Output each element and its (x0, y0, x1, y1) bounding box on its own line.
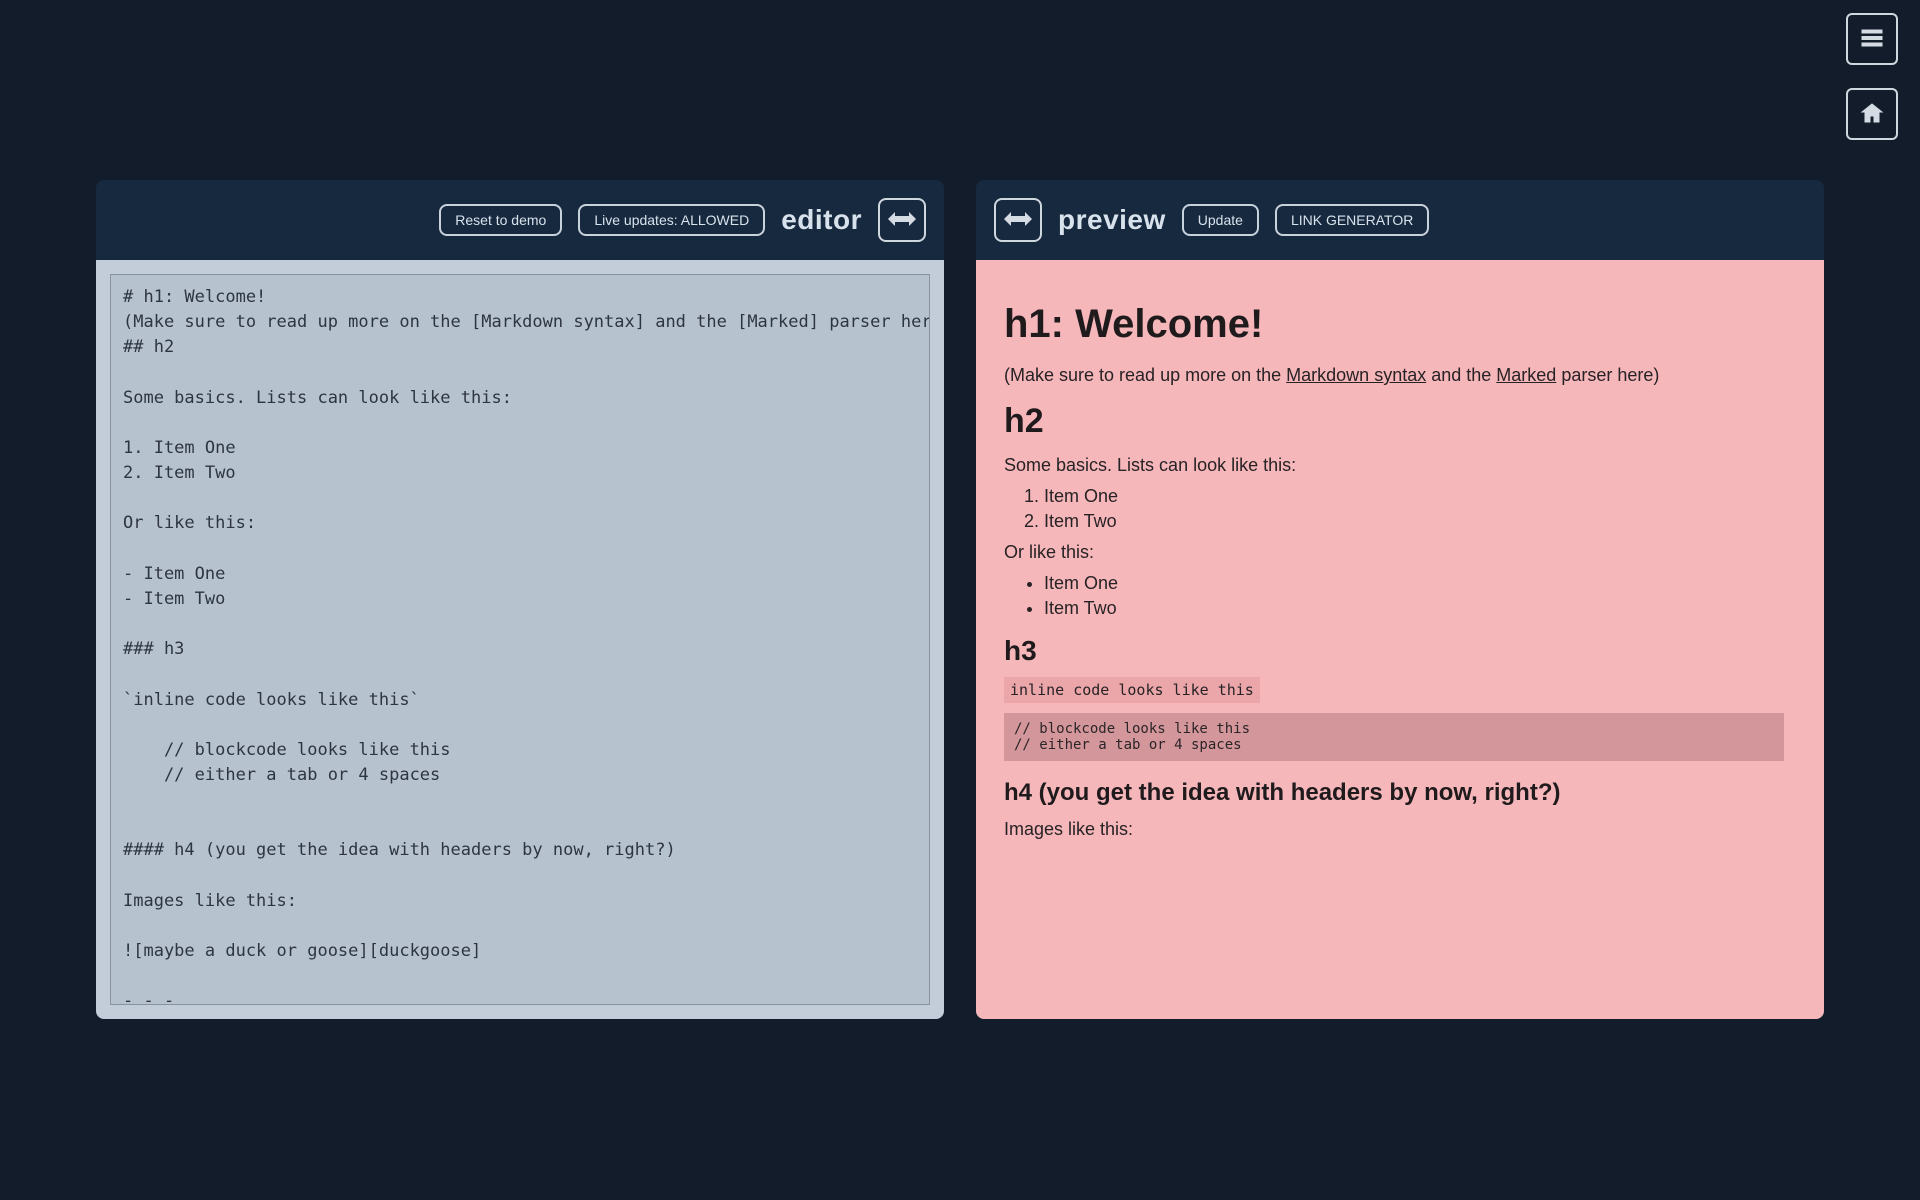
editor-header: Reset to demo Live updates: ALLOWED edit… (96, 180, 944, 260)
editor-title: editor (781, 204, 862, 236)
list-item: Item One (1044, 573, 1784, 594)
intro-post: parser here) (1556, 365, 1659, 385)
preview-header: preview Update LINK GENERATOR (976, 180, 1824, 260)
preview-h2: h2 (1004, 402, 1784, 441)
intro-pre: (Make sure to read up more on the (1004, 365, 1286, 385)
preview-ul: Item One Item Two (1044, 573, 1784, 619)
preview-intro: (Make sure to read up more on the Markdo… (1004, 365, 1784, 386)
editor-pane: Reset to demo Live updates: ALLOWED edit… (96, 180, 944, 1019)
inline-code: inline code looks like this (1004, 677, 1260, 703)
home-icon (1860, 101, 1884, 128)
preview-h4: h4 (you get the idea with headers by now… (1004, 779, 1784, 807)
update-button[interactable]: Update (1182, 204, 1259, 236)
editor-body (96, 260, 944, 1019)
block-code: // blockcode looks like this // either a… (1004, 713, 1784, 761)
preview-scroll[interactable]: h1: Welcome! (Make sure to read up more … (990, 274, 1810, 1005)
menu-button[interactable] (1846, 13, 1898, 65)
preview-expand-button[interactable] (994, 198, 1042, 242)
live-updates-button[interactable]: Live updates: ALLOWED (578, 204, 765, 236)
editor-expand-button[interactable] (878, 198, 926, 242)
preview-body: h1: Welcome! (Make sure to read up more … (976, 260, 1824, 1019)
expand-horizontal-icon (1004, 210, 1032, 231)
markdown-syntax-link[interactable]: Markdown syntax (1286, 365, 1426, 385)
expand-horizontal-icon (888, 210, 916, 231)
preview-orlike: Or like this: (1004, 542, 1784, 563)
home-button[interactable] (1846, 88, 1898, 140)
markdown-textarea[interactable] (110, 274, 930, 1005)
preview-pane: preview Update LINK GENERATOR h1: Welcom… (976, 180, 1824, 1019)
list-item: Item Two (1044, 598, 1784, 619)
marked-link[interactable]: Marked (1496, 365, 1556, 385)
preview-title: preview (1058, 204, 1166, 236)
reset-button[interactable]: Reset to demo (439, 204, 562, 236)
menu-icon (1860, 26, 1884, 53)
preview-basics: Some basics. Lists can look like this: (1004, 455, 1784, 476)
list-item: Item Two (1044, 511, 1784, 532)
preview-images-line: Images like this: (1004, 819, 1784, 840)
link-generator-button[interactable]: LINK GENERATOR (1275, 204, 1429, 236)
preview-h3: h3 (1004, 635, 1784, 667)
preview-ol: Item One Item Two (1044, 486, 1784, 532)
list-item: Item One (1044, 486, 1784, 507)
intro-mid: and the (1426, 365, 1496, 385)
preview-h1: h1: Welcome! (1004, 302, 1784, 347)
